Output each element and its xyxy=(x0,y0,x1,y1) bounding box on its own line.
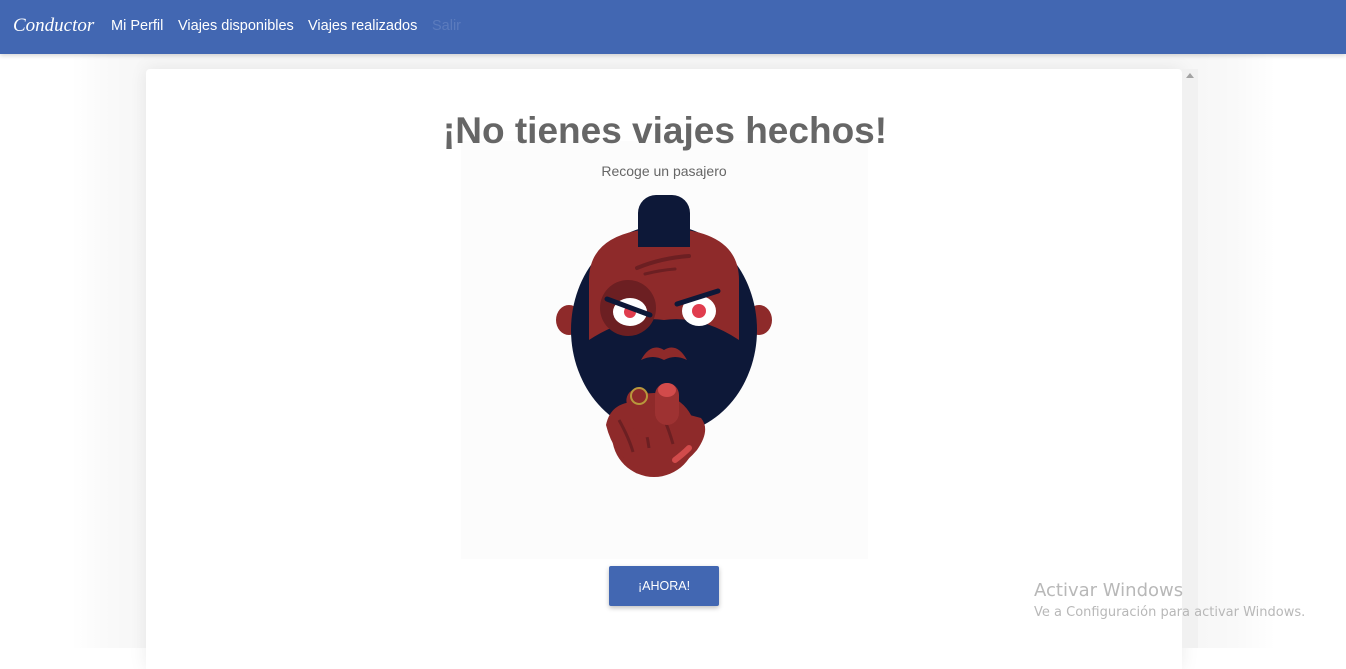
windows-activation-watermark: Activar Windows Ve a Configuración para … xyxy=(1034,580,1305,622)
page-subtitle: Recoge un pasajero xyxy=(601,163,727,179)
angry-bearded-man-pointing-icon xyxy=(461,190,868,490)
watermark-title: Activar Windows xyxy=(1034,580,1184,601)
watermark-subtitle: Ve a Configuración para activar Windows. xyxy=(1034,605,1306,620)
nav-link-salir[interactable]: Salir xyxy=(432,17,461,35)
nav-link-mi-perfil[interactable]: Mi Perfil xyxy=(111,17,163,35)
nav-link-viajes-realizados[interactable]: Viajes realizados xyxy=(308,17,417,35)
navbar: Conductor Mi Perfil Viajes disponibles V… xyxy=(0,0,1346,54)
page-title: ¡No tienes viajes hechos! xyxy=(442,110,888,151)
brand-logo[interactable]: Conductor xyxy=(13,14,94,38)
ahora-button[interactable]: ¡AHORA! xyxy=(609,566,719,606)
scroll-up-arrow-icon[interactable] xyxy=(1186,73,1194,78)
scrollbar[interactable] xyxy=(1182,69,1198,648)
nav-link-viajes-disponibles[interactable]: Viajes disponibles xyxy=(178,17,294,35)
